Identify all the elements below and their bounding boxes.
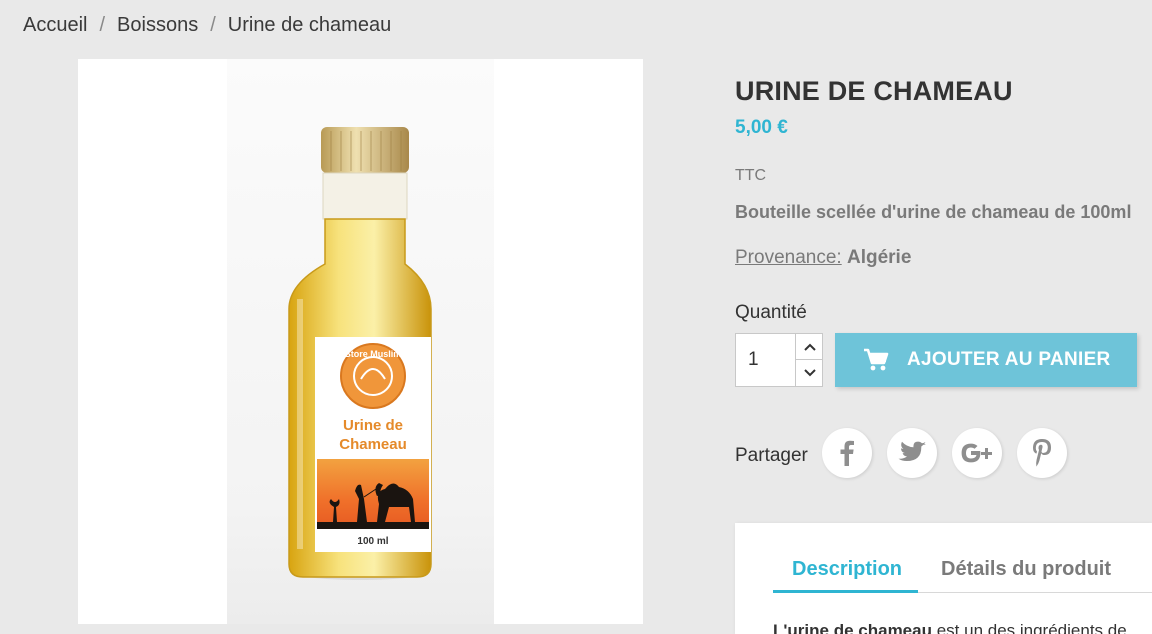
- quantity-label: Quantité: [735, 302, 807, 323]
- label-brand: Store Muslim: [345, 349, 402, 359]
- tab-product-details[interactable]: Détails du produit: [941, 558, 1111, 581]
- product-title: URINE DE CHAMEAU: [735, 76, 1013, 107]
- label-name-line1: Urine de: [343, 417, 403, 434]
- cart-icon: [864, 348, 889, 371]
- product-short-description: Bouteille scellée d'urine de chameau de …: [735, 202, 1132, 222]
- description-text: L'urine de chameau est un des ingrédient…: [773, 621, 1127, 634]
- tab-description[interactable]: Description: [792, 558, 902, 581]
- tax-label: TTC: [735, 167, 767, 184]
- description-lead-bold: L'urine de chameau: [773, 621, 932, 634]
- breadcrumb-separator: /: [99, 14, 106, 36]
- product-photo[interactable]: Store Muslim Urine de Chameau 100 ml: [227, 59, 494, 624]
- share-label: Partager: [735, 445, 808, 466]
- active-tab-indicator: [773, 590, 918, 593]
- chevron-up-icon: [803, 343, 816, 351]
- quantity-increase-button[interactable]: [795, 334, 823, 360]
- share-twitter-button[interactable]: [887, 428, 937, 478]
- chevron-down-icon: [803, 369, 816, 377]
- label-name-line2: Chameau: [339, 436, 407, 453]
- facebook-icon: [840, 440, 854, 466]
- breadcrumb-category[interactable]: Boissons: [117, 14, 198, 36]
- breadcrumb-separator: /: [210, 14, 216, 36]
- share-pinterest-button[interactable]: [1017, 428, 1067, 478]
- provenance-label[interactable]: Provenance:: [735, 247, 842, 268]
- camel-urine-bottle-image: Store Muslim Urine de Chameau 100 ml: [288, 127, 432, 580]
- product-tabs: Description Détails du produit L'urine d…: [735, 523, 1152, 634]
- product-image-card[interactable]: Store Muslim Urine de Chameau 100 ml: [78, 59, 643, 624]
- quantity-input[interactable]: [736, 334, 794, 386]
- description-lead-rest: est un des ingrédients de: [931, 621, 1127, 634]
- provenance-value: Algérie: [846, 247, 912, 268]
- add-to-cart-button[interactable]: Ajouter au panier: [835, 333, 1137, 387]
- breadcrumb-home[interactable]: Accueil: [23, 14, 87, 36]
- product-price: 5,00 €: [735, 117, 788, 138]
- share-google-plus-button[interactable]: [952, 428, 1002, 478]
- product-provenance: Provenance: Algérie: [735, 247, 911, 269]
- share-facebook-button[interactable]: [822, 428, 872, 478]
- quantity-decrease-button[interactable]: [795, 360, 823, 386]
- google-plus-icon: [961, 443, 992, 463]
- pinterest-icon: [1033, 439, 1051, 467]
- twitter-icon: [898, 441, 926, 461]
- add-to-cart-label: Ajouter au panier: [907, 349, 1111, 370]
- breadcrumb-current[interactable]: Urine de chameau: [228, 14, 391, 36]
- label-volume: 100 ml: [357, 536, 388, 547]
- breadcrumb: Accueil / Boissons / Urine de chameau: [23, 14, 391, 37]
- quantity-stepper: [735, 333, 823, 387]
